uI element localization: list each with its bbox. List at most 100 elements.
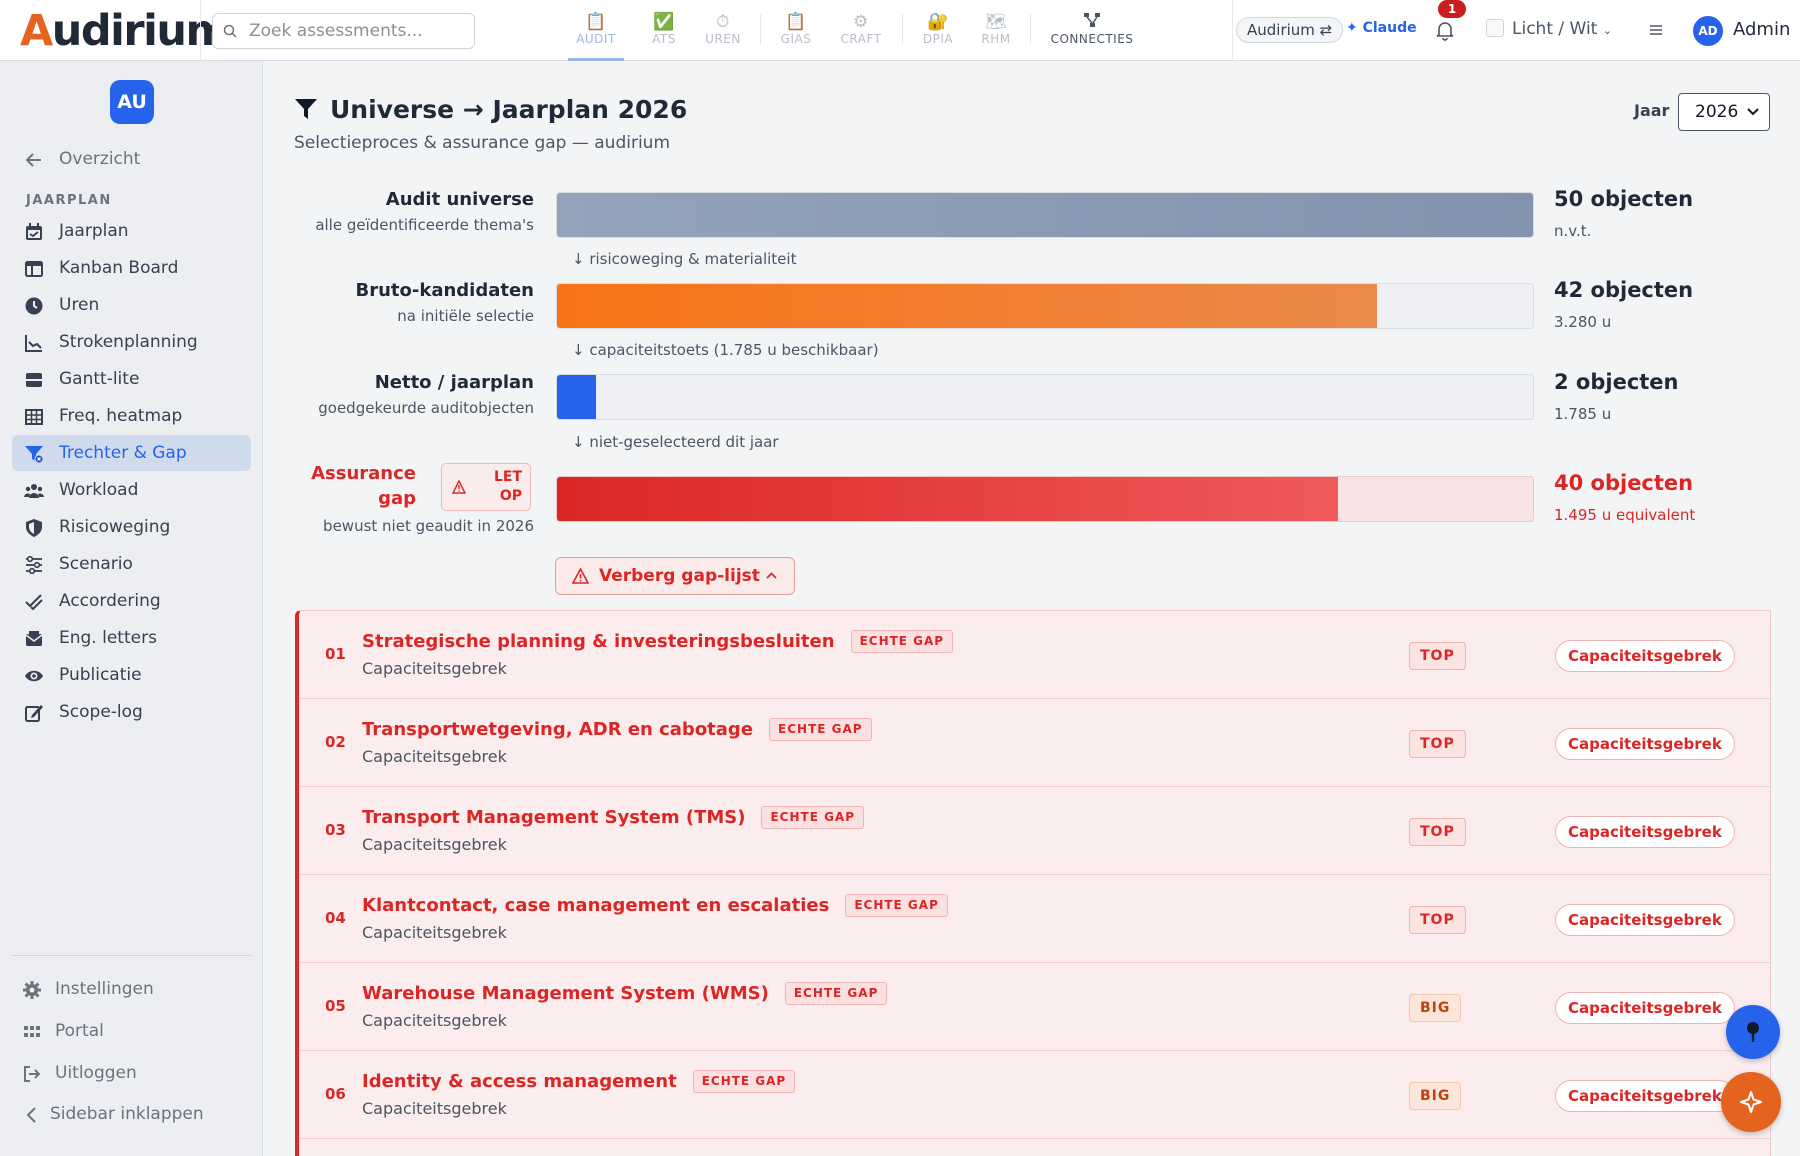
reason-pill: Capaciteitsgebrek xyxy=(1555,728,1735,760)
edit-icon xyxy=(25,705,43,722)
sidebar-item-accordering[interactable]: Accordering xyxy=(12,583,251,619)
sidebar-item-eng-letters[interactable]: Eng. letters xyxy=(12,620,251,656)
sidebar-item-scope-log[interactable]: Scope-log xyxy=(12,694,251,730)
sidebar-item-kanban-board[interactable]: Kanban Board xyxy=(12,250,251,286)
funnel-value: 42 objecten xyxy=(1554,278,1694,302)
divider xyxy=(1232,0,1233,61)
sidebar-item-portal[interactable]: Portal xyxy=(12,1014,251,1048)
top-bar: Audirium 📋AUDIT ✅ATS ⏱UREN 📋GIAS ⚙CRAFT … xyxy=(0,0,1800,61)
module-tab-craft[interactable]: ⚙ CRAFT xyxy=(836,0,886,61)
toggle-gap-list-button[interactable]: Verberg gap-lijst xyxy=(555,557,795,595)
funnel-bar-fill xyxy=(557,375,597,419)
pin-button[interactable] xyxy=(1726,1005,1780,1059)
theme-selector[interactable]: Licht / Wit ⌄ xyxy=(1486,19,1612,43)
warning-icon xyxy=(572,568,589,584)
avatar[interactable]: AD xyxy=(1693,16,1723,46)
divider xyxy=(902,14,903,44)
network-icon xyxy=(1046,12,1138,30)
claude-button[interactable]: ✦ Claude xyxy=(1346,20,1417,36)
sidebar-item-uitloggen[interactable]: Uitloggen xyxy=(12,1056,251,1090)
search-box[interactable] xyxy=(212,13,475,49)
priority-badge: BIG xyxy=(1409,1082,1462,1110)
arrow-left-icon xyxy=(25,153,41,167)
gap-badge: ECHTE GAP xyxy=(692,1070,796,1093)
funnel-bar-gap xyxy=(556,476,1534,522)
sidebar: AU Overzicht JAARPLAN Jaarplan Kanban Bo… xyxy=(0,61,263,1156)
funnel-value-sub: n.v.t. xyxy=(1554,222,1592,240)
sidebar-section-label: JAARPLAN xyxy=(26,193,112,208)
module-tab-uren[interactable]: ⏱ UREN xyxy=(700,0,746,61)
funnel-stage-label: Netto / jaarplan goedgekeurde auditobjec… xyxy=(318,372,534,417)
menu-icon[interactable] xyxy=(1648,22,1664,38)
module-tab-connecties[interactable]: CONNECTIES xyxy=(1046,0,1138,61)
pin-icon xyxy=(1747,1022,1759,1042)
sidebar-item-strokenplanning[interactable]: Strokenplanning xyxy=(12,324,251,360)
sidebar-item-uren[interactable]: Uren xyxy=(12,287,251,323)
gap-list-item[interactable]: 06 Identity & access management ECHTE GAP… xyxy=(299,1051,1771,1139)
warning-badge: LET OP xyxy=(441,463,531,511)
sidebar-item-risicoweging[interactable]: Risicoweging xyxy=(12,509,251,545)
module-tab-dpia[interactable]: 🔐 DPIA xyxy=(918,0,958,61)
priority-badge: TOP xyxy=(1409,642,1466,670)
chevron-left-icon xyxy=(26,1107,36,1123)
sidebar-item-freq-heatmap[interactable]: Freq. heatmap xyxy=(12,398,251,434)
reason-pill: Capaciteitsgebrek xyxy=(1555,1080,1735,1112)
priority-badge: TOP xyxy=(1409,906,1466,934)
gap-list-item[interactable]: 02 Transportwetgeving, ADR en cabotage EC… xyxy=(299,699,1771,787)
module-tab-gias[interactable]: 📋 GIAS xyxy=(776,0,816,61)
sidebar-item-scenario[interactable]: Scenario xyxy=(12,546,251,582)
divider xyxy=(200,0,201,61)
tenant-switcher[interactable]: Audirium ⇄ xyxy=(1236,17,1344,43)
kanban-icon xyxy=(25,261,43,277)
sidebar-item-workload[interactable]: Workload xyxy=(12,472,251,508)
warning-icon xyxy=(452,480,466,494)
app-logo[interactable]: Audirium xyxy=(20,6,230,56)
funnel-value-sub: 1.495 u equivalent xyxy=(1554,506,1696,524)
user-name[interactable]: Admin xyxy=(1733,19,1790,40)
sidebar-collapse-button[interactable]: Sidebar inklappen xyxy=(12,1097,251,1131)
funnel-bar-universe xyxy=(556,192,1534,238)
funnel-bar-fill xyxy=(557,477,1338,521)
lock-icon: 🔐 xyxy=(927,12,949,32)
gap-list-item[interactable]: 01 Strategische planning & investeringsb… xyxy=(299,611,1771,699)
checkbox-icon: ✅ xyxy=(653,12,675,32)
funnel-step: ↓ niet-geselecteerd dit jaar xyxy=(572,433,779,451)
sidebar-item-gantt-lite[interactable]: Gantt-lite xyxy=(12,361,251,397)
sidebar-item-instellingen[interactable]: Instellingen xyxy=(12,972,251,1006)
sidebar-item-overzicht[interactable]: Overzicht xyxy=(12,141,251,177)
checkbox[interactable] xyxy=(1486,19,1504,37)
gap-list-item[interactable]: 03 Transport Management System (TMS) ECHT… xyxy=(299,787,1771,875)
funnel-stage-sub: bewust niet geaudit in 2026 xyxy=(323,517,534,535)
line-chart-icon xyxy=(25,335,42,352)
grid-dots-icon xyxy=(24,1026,40,1037)
divider xyxy=(760,14,761,44)
module-tab-audit[interactable]: 📋 AUDIT xyxy=(568,0,624,61)
grid-icon xyxy=(25,409,43,425)
ai-assistant-button[interactable] xyxy=(1721,1072,1781,1132)
sparkle-icon xyxy=(1740,1091,1762,1113)
gap-badge: ECHTE GAP xyxy=(850,630,954,653)
calendar-icon xyxy=(26,223,42,240)
module-tab-ats[interactable]: ✅ ATS xyxy=(642,0,686,61)
module-tab-rhm[interactable]: 🗺 RHM xyxy=(976,0,1016,61)
sidebar-item-trechter-gap[interactable]: Trechter & Gap xyxy=(12,435,251,471)
divider xyxy=(1030,14,1031,44)
gap-list-item[interactable]: 05 Warehouse Management System (WMS) ECHT… xyxy=(299,963,1771,1051)
sliders-icon xyxy=(26,555,42,575)
year-select[interactable]: 2026 xyxy=(1678,93,1770,131)
users-icon xyxy=(24,484,44,498)
chevron-down-icon: ⌄ xyxy=(1602,24,1612,37)
sidebar-item-publicatie[interactable]: Publicatie xyxy=(12,657,251,693)
clipboard-icon: 📋 xyxy=(785,12,807,32)
envelope-icon xyxy=(25,631,43,646)
sidebar-item-jaarplan[interactable]: Jaarplan xyxy=(12,213,251,249)
gear-icon: ⚙ xyxy=(853,12,869,32)
gap-badge: ECHTE GAP xyxy=(769,718,872,741)
search-input[interactable] xyxy=(249,21,469,41)
bell-icon[interactable] xyxy=(1434,19,1456,41)
gap-list-item[interactable]: 04 Klantcontact, case management en esca… xyxy=(299,875,1771,963)
double-check-icon xyxy=(25,594,43,611)
page-subtitle: Selectieproces & assurance gap — audiriu… xyxy=(294,133,671,153)
chevron-up-icon xyxy=(766,572,777,579)
gear-icon xyxy=(23,981,41,999)
